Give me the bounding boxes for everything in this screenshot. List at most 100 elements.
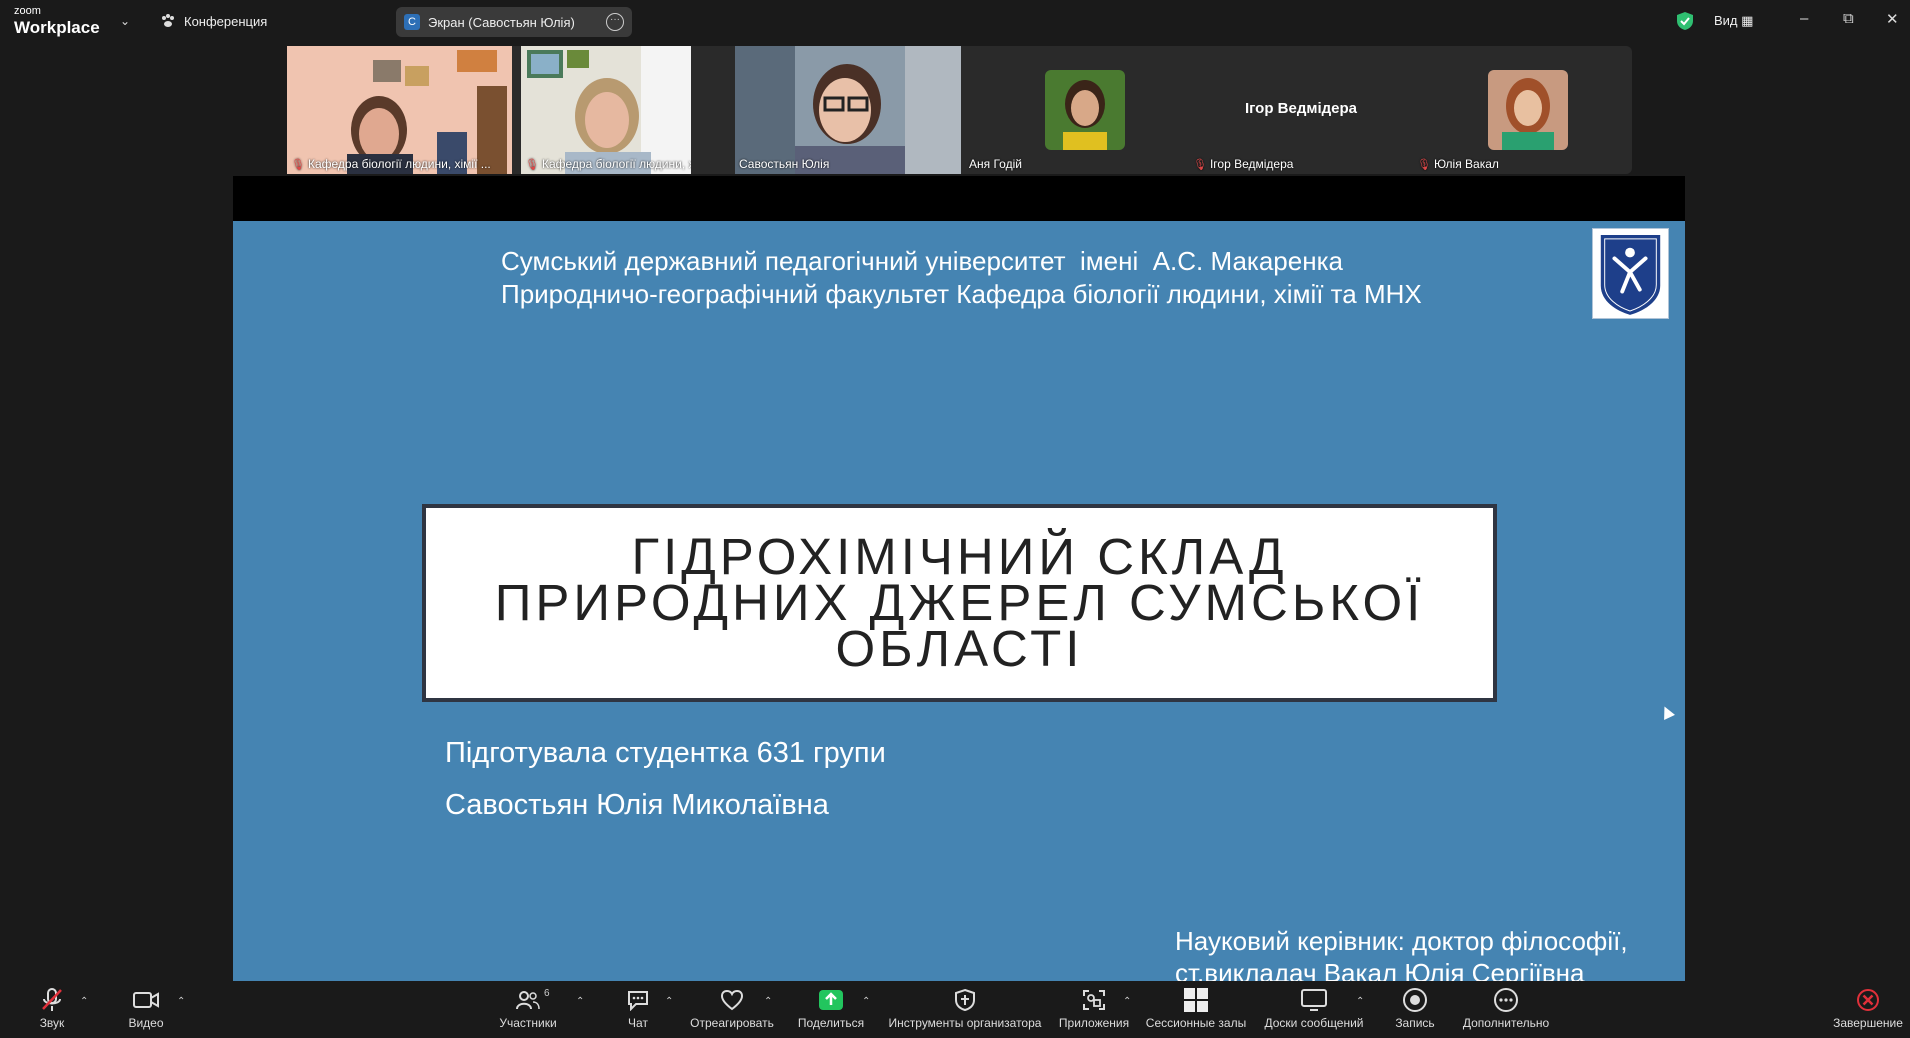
muted-mic-icon: 🎙︎ xyxy=(291,158,305,171)
share-screen-button[interactable]: Поделиться xyxy=(796,986,866,1030)
video-options-caret[interactable]: ⌃ xyxy=(177,996,185,1007)
screen-share-label: Экран (Савостьян Юлія) xyxy=(428,14,575,30)
apps-button[interactable]: Приложения xyxy=(1056,986,1132,1030)
conference-label: Конференция xyxy=(184,13,268,29)
whiteboard-icon xyxy=(1301,989,1327,1011)
react-button[interactable]: Отреагировать xyxy=(690,986,774,1030)
participant-name: 🎙︎Кафедра біології людини, хімії ... xyxy=(525,157,691,171)
participant-display-name: Ігор Ведмідера xyxy=(1244,100,1358,117)
record-button[interactable]: Запись xyxy=(1390,986,1440,1030)
paw-icon xyxy=(162,14,174,27)
end-meeting-button[interactable]: Завершение xyxy=(1832,986,1904,1030)
close-icon[interactable]: ✕ xyxy=(1886,10,1899,28)
share-options-caret[interactable]: ⌃ xyxy=(862,996,870,1007)
more-icon xyxy=(1494,988,1518,1012)
slide-title: ГІДРОХІМІЧНИЙ СКЛАД ПРИРОДНИХ ДЖЕРЕЛ СУМ… xyxy=(494,528,1425,677)
university-line-2: Природничо-географічний факультет Кафедр… xyxy=(501,279,1422,309)
end-meeting-label: Завершение xyxy=(1833,1016,1903,1030)
host-tools-label: Инструменты организатора xyxy=(888,1016,1042,1030)
university-header: Сумський державний педагогічний універси… xyxy=(501,245,1422,311)
record-label: Запись xyxy=(1395,1016,1435,1030)
muted-mic-icon: 🎙︎ xyxy=(1417,158,1431,171)
video-label: Видео xyxy=(128,1016,164,1030)
muted-mic-icon: 🎙︎ xyxy=(1193,158,1207,171)
chat-options-caret[interactable]: ⌃ xyxy=(665,996,673,1007)
sharer-initial: С xyxy=(404,14,420,30)
breakout-rooms-icon xyxy=(1184,988,1208,1012)
whiteboards-options-caret[interactable]: ⌃ xyxy=(1356,996,1364,1007)
top-bar: zoom Workplace ⌄ Конференция С Экран (Са… xyxy=(0,0,1910,44)
logo-big-text: Workplace xyxy=(14,18,100,37)
participants-icon xyxy=(516,991,540,1010)
whiteboards-label: Доски сообщений xyxy=(1264,1016,1364,1030)
whiteboards-button[interactable]: Доски сообщений xyxy=(1262,986,1366,1030)
video-button[interactable]: Видео xyxy=(124,986,168,1030)
logo-small-text: zoom xyxy=(14,5,41,17)
share-letterbox xyxy=(233,176,1685,221)
record-icon xyxy=(1403,988,1427,1012)
chat-label: Чат xyxy=(628,1016,648,1030)
participant-tile[interactable]: 🎙︎Кафедра біології людини, хімії ... xyxy=(287,46,512,174)
heart-icon xyxy=(720,989,744,1011)
chat-button[interactable]: Чат xyxy=(618,986,658,1030)
apps-label: Приложения xyxy=(1058,1016,1130,1030)
audio-options-caret[interactable]: ⌃ xyxy=(80,996,88,1007)
chevron-down-icon[interactable]: ⌄ xyxy=(120,14,130,28)
prepared-by-text: Підготувала студентка 631 групи xyxy=(445,737,886,769)
grid-icon: ▦ xyxy=(1741,13,1754,28)
participant-name: 🎙︎ Юлія Вакал xyxy=(1417,157,1499,171)
view-label: Вид xyxy=(1714,13,1738,28)
chat-icon xyxy=(628,991,648,1011)
participant-video xyxy=(735,46,961,174)
participant-strip: 🎙︎ Кафедра біології людини, хімії ... 🎙︎ К… xyxy=(287,46,1632,174)
participant-tile[interactable]: Аня Годій xyxy=(965,46,1189,174)
conference-menu[interactable]: Конференция xyxy=(160,13,267,29)
zoom-logo[interactable]: zoom Workplace xyxy=(14,5,100,37)
react-options-caret[interactable]: ⌃ xyxy=(764,996,772,1007)
muted-mic-icon: 🎙︎ xyxy=(525,158,539,171)
audio-label: Звук xyxy=(39,1016,65,1030)
supervisor-line-1: Науковий керівник: доктор філософії, xyxy=(1175,926,1628,956)
shield-icon xyxy=(955,988,975,1012)
video-camera-icon xyxy=(133,992,159,1008)
minimize-icon[interactable]: – xyxy=(1800,10,1808,27)
breakout-label: Сессионные залы xyxy=(1145,1016,1247,1030)
participant-tile[interactable]: Ігор Ведмідера 🎙︎ Ігор Ведмідера xyxy=(1189,46,1413,174)
encryption-shield-icon[interactable] xyxy=(1676,11,1694,31)
participant-name: Савостьян Юлія xyxy=(739,157,830,171)
participant-video xyxy=(287,46,512,174)
participant-tile-active-speaker[interactable]: Савостьян Юлія xyxy=(735,46,961,174)
university-emblem-icon xyxy=(1592,228,1669,319)
slide-title-box: ГІДРОХІМІЧНИЙ СКЛАД ПРИРОДНИХ ДЖЕРЕЛ СУМ… xyxy=(422,504,1497,702)
participant-name: 🎙︎ Ігор Ведмідера xyxy=(1193,157,1294,171)
participants-label: Участники xyxy=(499,1016,557,1030)
view-menu[interactable]: Вид ▦ xyxy=(1714,13,1753,29)
audio-button[interactable]: Звук xyxy=(30,986,74,1030)
react-label: Отреагировать xyxy=(690,1016,774,1030)
screen-share-indicator[interactable]: С Экран (Савостьян Юлія) ··· xyxy=(396,7,632,37)
more-button[interactable]: Дополнительно xyxy=(1460,986,1552,1030)
participant-avatar xyxy=(1488,70,1568,150)
more-label: Дополнительно xyxy=(1462,1016,1550,1030)
participant-tile[interactable]: 🎙︎ Юлія Вакал xyxy=(1413,46,1632,174)
end-meeting-icon xyxy=(1857,989,1879,1011)
student-name-text: Савостьян Юлія Миколаївна xyxy=(445,789,829,821)
apps-icon xyxy=(1083,990,1105,1010)
participant-avatar xyxy=(1045,70,1125,150)
participant-video xyxy=(521,46,691,174)
university-line-1: Сумський державний педагогічний універси… xyxy=(501,246,1343,276)
participant-tile[interactable]: 🎙︎Кафедра біології людини, хімії ... xyxy=(521,46,691,174)
meeting-toolbar: Звук ⌃ Видео ⌃ Участники 6 ⌃ Чат ⌃ Отреа… xyxy=(0,982,1910,1038)
shared-screen-slide: Сумський державний педагогічний універси… xyxy=(233,221,1685,981)
restore-icon[interactable]: ⧉ xyxy=(1843,10,1854,27)
breakout-rooms-button[interactable]: Сессионные залы xyxy=(1144,986,1248,1030)
participant-name: 🎙︎Кафедра біології людини, хімії ... xyxy=(291,157,491,171)
share-screen-icon xyxy=(819,990,843,1010)
participant-name: Аня Годій xyxy=(969,157,1022,171)
participants-options-caret[interactable]: ⌃ xyxy=(576,996,584,1007)
share-label: Поделиться xyxy=(797,1016,865,1030)
host-tools-button[interactable]: Инструменты организатора xyxy=(886,986,1044,1030)
more-options-icon[interactable]: ··· xyxy=(606,13,624,31)
muted-mic-icon xyxy=(42,988,62,1011)
apps-options-caret[interactable]: ⌃ xyxy=(1123,996,1131,1007)
